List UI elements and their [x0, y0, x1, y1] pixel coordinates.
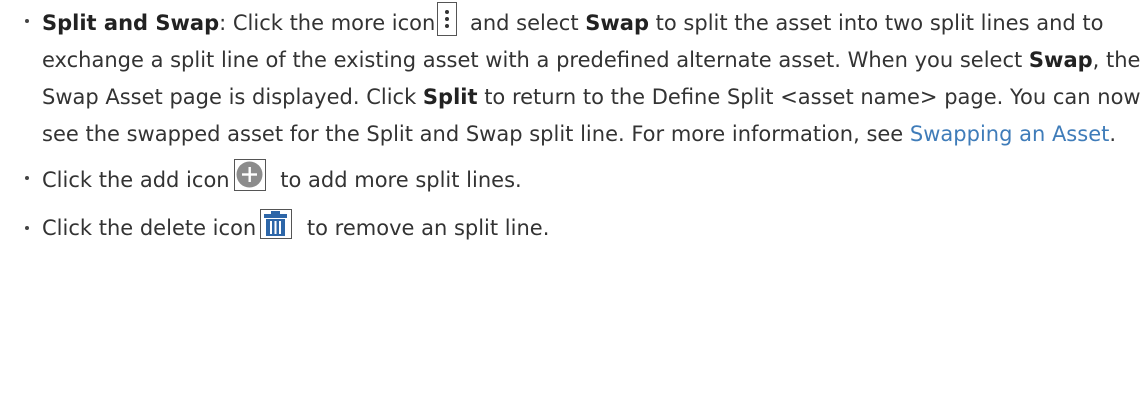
text-segment: and select: [463, 11, 586, 35]
swapping-an-asset-link[interactable]: Swapping an Asset: [910, 122, 1109, 146]
plus-circle-icon: [233, 159, 266, 191]
text-segment: .: [1109, 122, 1117, 146]
document: Split and Swap: Click the more icon and …: [0, 0, 1145, 405]
list-item-split-and-swap: Split and Swap: Click the more icon and …: [22, 2, 1145, 153]
bullet-list: Split and Swap: Click the more icon and …: [22, 2, 1145, 247]
text-segment: : Click the more icon: [219, 11, 436, 35]
text-segment: to remove an split line.: [300, 216, 550, 240]
term-split-and-swap: Split and Swap: [42, 11, 220, 35]
text-segment: Click the delete icon: [42, 216, 257, 240]
term-swap: Swap: [585, 11, 649, 35]
list-item-add: Click the add icon to add more split lin…: [22, 159, 1145, 199]
more-icon: [437, 2, 458, 36]
term-swap: Swap: [1028, 48, 1093, 72]
trash-icon: [260, 209, 293, 239]
text-segment: to add more split lines.: [273, 168, 522, 192]
text-segment: Click the add icon: [42, 168, 230, 192]
list-item-delete: Click the delete icon to remove an split…: [22, 209, 1145, 247]
term-split: Split: [422, 85, 478, 109]
